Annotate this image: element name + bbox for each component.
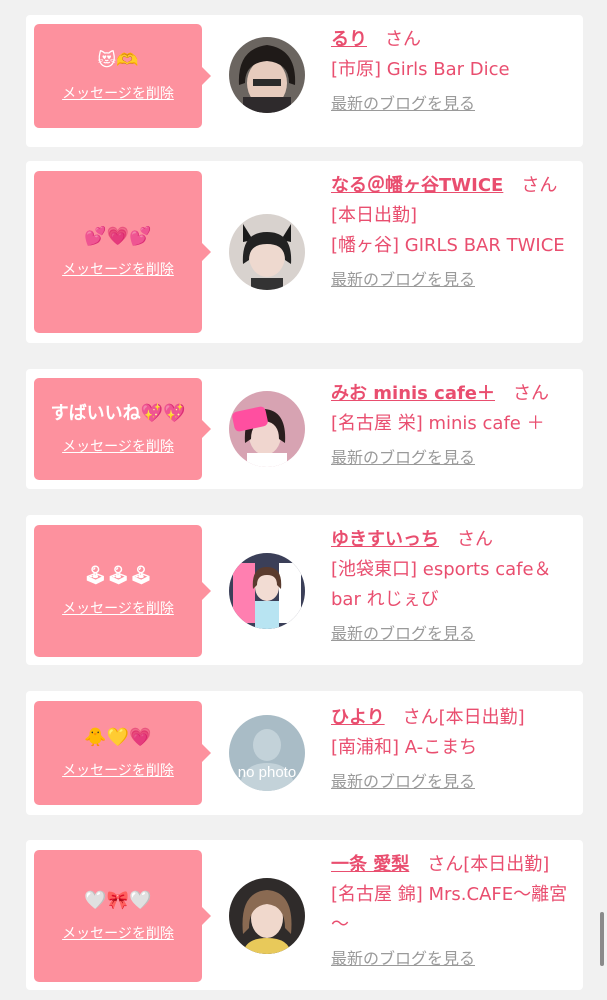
work-status: [本日出勤] [438, 707, 525, 728]
shop-info: [名古屋 栄] minis cafe ＋ [331, 413, 545, 434]
cast-name-link[interactable]: なる＠幡ヶ谷TWICE [331, 175, 503, 196]
cast-info: なる＠幡ヶ谷TWICE さん [本日出勤] [幡ヶ谷] GIRLS BAR TWI… [331, 171, 575, 292]
cast-card: 🕹🕹🕹 メッセージを削除 ゆきすいっち さん [池袋東口] esports caf… [26, 515, 583, 665]
message-bubble: 🐥💛💗 メッセージを削除 [34, 701, 211, 805]
scrollbar[interactable] [600, 912, 604, 966]
honorific: さん [457, 529, 493, 550]
shop-info: [幡ヶ谷] GIRLS BAR TWICE [331, 235, 565, 256]
honorific: さん [513, 383, 550, 404]
latest-blog-link[interactable]: 最新のブログを見る [331, 268, 475, 292]
cast-name-link[interactable]: 一条 愛梨 [331, 854, 409, 875]
cast-card: 🤍🎀🤍 メッセージを削除 一条 愛梨 さん[本日出勤] [名古屋 錦] Mrs.C… [26, 840, 583, 990]
message-text: 💕💗💕 [84, 226, 152, 247]
honorific: さん [521, 175, 558, 196]
message-text: 😻🫶 [97, 50, 139, 71]
delete-message-link[interactable]: メッセージを削除 [62, 923, 174, 943]
cast-name-link[interactable]: みお minis cafe＋ [331, 383, 495, 404]
message-text: 🐥💛💗 [84, 727, 152, 748]
delete-message-link[interactable]: メッセージを削除 [62, 436, 174, 456]
cast-name-link[interactable]: ゆきすいっち [331, 529, 439, 550]
cast-info: るり さん [市原] Girls Bar Dice 最新のブログを見る [331, 25, 575, 116]
honorific: さん [385, 29, 421, 50]
cast-name-link[interactable]: ひより [331, 707, 385, 728]
latest-blog-link[interactable]: 最新のブログを見る [331, 92, 475, 116]
latest-blog-link[interactable]: 最新のブログを見る [331, 947, 475, 971]
latest-blog-link[interactable]: 最新のブログを見る [331, 622, 475, 646]
message-bubble: すばいいね💖💖 メッセージを削除 [34, 378, 211, 480]
shop-info: [南浦和] A-こまち [331, 737, 478, 758]
cast-card: 💕💗💕 メッセージを削除 なる＠幡ヶ谷TWICE さん [本日出勤] [幡ヶ谷] … [26, 161, 583, 343]
avatar[interactable] [229, 214, 305, 290]
cast-info: 一条 愛梨 さん[本日出勤] [名古屋 錦] Mrs.CAFE～離宮～ 最新のブロ… [331, 850, 575, 971]
cast-info: ゆきすいっち さん [池袋東口] esports cafe＆bar れじぇび 最新… [331, 525, 575, 646]
delete-message-link[interactable]: メッセージを削除 [62, 760, 174, 780]
latest-blog-link[interactable]: 最新のブログを見る [331, 446, 475, 470]
avatar[interactable] [229, 878, 305, 954]
shop-info: [池袋東口] esports cafe＆bar れじぇび [331, 559, 552, 610]
cast-card: すばいいね💖💖 メッセージを削除 みお minis cafe＋ さん [名古屋 栄… [26, 369, 583, 489]
honorific: さん [402, 707, 439, 728]
cast-name-link[interactable]: るり [331, 29, 367, 50]
message-bubble: 🕹🕹🕹 メッセージを削除 [34, 525, 211, 657]
work-status: [本日出勤] [331, 205, 418, 226]
message-bubble: 💕💗💕 メッセージを削除 [34, 171, 211, 333]
work-status: [本日出勤] [463, 854, 550, 875]
delete-message-link[interactable]: メッセージを削除 [62, 83, 174, 103]
shop-info: [名古屋 錦] Mrs.CAFE～離宮～ [331, 884, 568, 935]
delete-message-link[interactable]: メッセージを削除 [62, 259, 174, 279]
avatar[interactable] [229, 37, 305, 113]
shop-info: [市原] Girls Bar Dice [331, 59, 510, 80]
delete-message-link[interactable]: メッセージを削除 [62, 598, 174, 618]
no-photo-text: no photo [238, 764, 296, 781]
message-text: 🕹🕹🕹 [83, 565, 153, 586]
avatar[interactable]: no photo [229, 715, 305, 791]
avatar[interactable] [229, 553, 305, 629]
cast-info: みお minis cafe＋ さん [名古屋 栄] minis cafe ＋ 最新… [331, 379, 575, 470]
cast-card: 😻🫶 メッセージを削除 るり さん [市原] Girls Bar Dice 最新の… [26, 15, 583, 147]
honorific: さん [427, 854, 464, 875]
cast-info: ひより さん[本日出勤] [南浦和] A-こまち 最新のブログを見る [331, 703, 575, 794]
latest-blog-link[interactable]: 最新のブログを見る [331, 770, 475, 794]
avatar[interactable] [229, 391, 305, 467]
message-text: 🤍🎀🤍 [84, 890, 152, 911]
cast-card: 🐥💛💗 メッセージを削除 no photo ひより さん[本日出勤] [南浦和] … [26, 691, 583, 815]
message-bubble: 😻🫶 メッセージを削除 [34, 24, 211, 128]
message-text: すばいいね💖💖 [50, 403, 186, 424]
message-bubble: 🤍🎀🤍 メッセージを削除 [34, 850, 211, 982]
